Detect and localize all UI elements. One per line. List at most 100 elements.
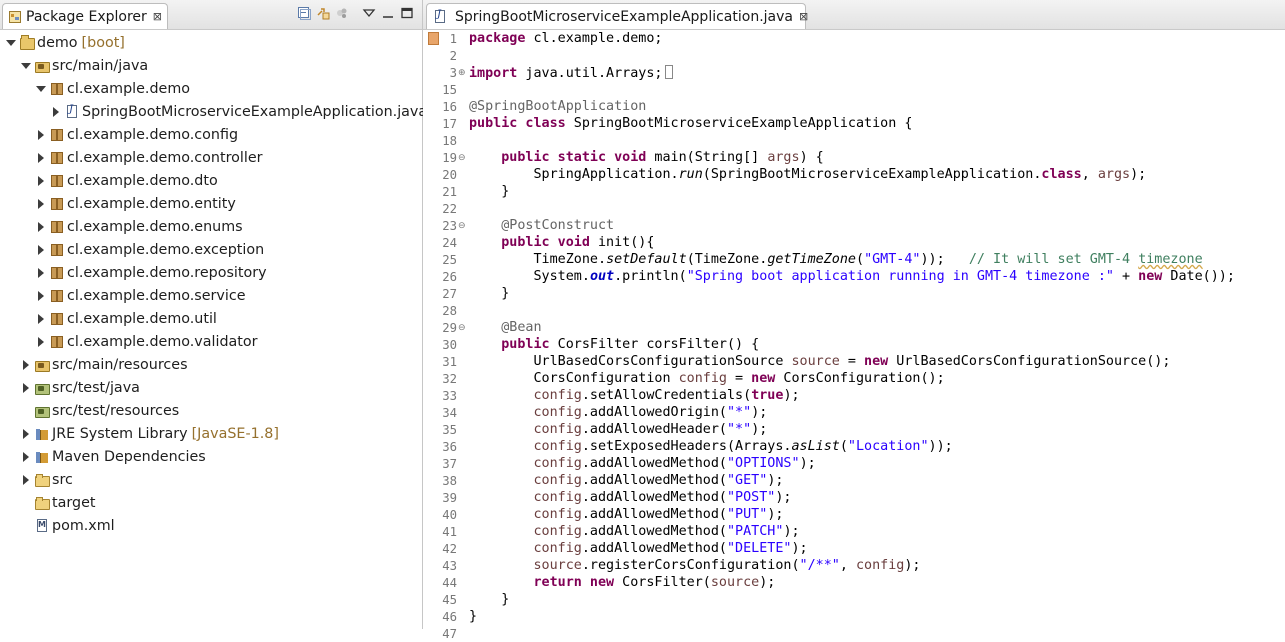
code-line[interactable]: 36 config.setExposedHeaders(Arrays.asLis…	[423, 438, 1285, 455]
collapsed-arrow-icon[interactable]	[35, 175, 47, 187]
code-line[interactable]: 2	[423, 47, 1285, 64]
collapsed-arrow-icon[interactable]	[35, 267, 47, 279]
code-text: }	[469, 286, 510, 301]
tree-item[interactable]: src/main/resources	[20, 353, 188, 376]
code-line[interactable]: 25 TimeZone.setDefault(TimeZone.getTimeZ…	[423, 251, 1285, 268]
tree-item[interactable]: src/test/java	[20, 376, 140, 399]
tree-item-decoration: [boot]	[81, 34, 125, 51]
code-line[interactable]: 22	[423, 200, 1285, 217]
code-text: config.addAllowedMethod("PATCH");	[533, 524, 800, 539]
collapsed-arrow-icon[interactable]	[35, 221, 47, 233]
code-text: config.setAllowCredentials(true);	[533, 388, 800, 403]
collapse-all-icon[interactable]	[297, 6, 311, 20]
line-number: 16	[442, 99, 457, 114]
tab-java-file[interactable]: SpringBootMicroserviceExampleApplication…	[426, 3, 808, 29]
code-line[interactable]: 1 package cl.example.demo;	[423, 30, 1285, 47]
expanded-arrow-icon[interactable]	[20, 60, 32, 72]
tree-item[interactable]: target	[20, 491, 95, 514]
code-line[interactable]: 29 ⊖ @Bean	[423, 319, 1285, 336]
tree-item[interactable]: cl.example.demo.validator	[35, 330, 258, 353]
collapse-fold-icon[interactable]: ⊖	[458, 221, 466, 231]
code-line[interactable]: 21 }	[423, 183, 1285, 200]
tree-item[interactable]: cl.example.demo.entity	[35, 192, 236, 215]
code-line[interactable]: 20 SpringApplication.run(SpringBootMicro…	[423, 166, 1285, 183]
tree-item[interactable]: src/main/java	[20, 54, 148, 77]
tree-item[interactable]: cl.example.demo.controller	[35, 146, 263, 169]
expand-fold-icon[interactable]: ⊕	[458, 68, 466, 78]
code-line[interactable]: 35 config.addAllowedHeader("*");	[423, 421, 1285, 438]
code-line[interactable]: 15	[423, 81, 1285, 98]
line-number: 20	[442, 167, 457, 182]
collapsed-arrow-icon[interactable]	[35, 336, 47, 348]
code-line[interactable]: 16 @SpringBootApplication	[423, 98, 1285, 115]
tree-item[interactable]: demo [boot]	[5, 31, 125, 54]
close-icon[interactable]: ⊠	[799, 10, 808, 23]
code-line[interactable]: 47	[423, 625, 1285, 642]
collapse-fold-icon[interactable]: ⊖	[458, 323, 466, 333]
tree-item[interactable]: cl.example.demo.repository	[35, 261, 267, 284]
collapsed-arrow-icon[interactable]	[35, 290, 47, 302]
code-line[interactable]: 30 public CorsFilter corsFilter() {	[423, 336, 1285, 353]
tree-item[interactable]: cl.example.demo.dto	[35, 169, 218, 192]
view-menu-icon[interactable]	[362, 6, 376, 20]
code-line[interactable]: 17 public class SpringBootMicroserviceExa…	[423, 115, 1285, 132]
maximize-icon[interactable]	[400, 6, 414, 20]
code-line[interactable]: 40 config.addAllowedMethod("PUT");	[423, 506, 1285, 523]
collapsed-arrow-icon[interactable]	[20, 359, 32, 371]
tree-item[interactable]: JRE System Library [JavaSE-1.8]	[20, 422, 279, 445]
code-line[interactable]: 33 config.setAllowCredentials(true);	[423, 387, 1285, 404]
code-line[interactable]: 37 config.addAllowedMethod("OPTIONS");	[423, 455, 1285, 472]
tree-item[interactable]: src	[20, 468, 73, 491]
collapsed-arrow-icon[interactable]	[35, 129, 47, 141]
code-line[interactable]: 45 }	[423, 591, 1285, 608]
close-icon[interactable]: ⊠	[153, 10, 162, 23]
collapsed-arrow-icon[interactable]	[20, 451, 32, 463]
tree-item[interactable]: cl.example.demo	[35, 77, 190, 100]
code-line[interactable]: 3 ⊕ import java.util.Arrays;	[423, 64, 1285, 81]
line-number: 39	[442, 490, 457, 505]
expanded-arrow-icon[interactable]	[35, 83, 47, 95]
code-line[interactable]: 32 CorsConfiguration config = new CorsCo…	[423, 370, 1285, 387]
tree-item[interactable]: cl.example.demo.service	[35, 284, 246, 307]
code-line[interactable]: 26 System.out.println("Spring boot appli…	[423, 268, 1285, 285]
code-line[interactable]: 42 config.addAllowedMethod("DELETE");	[423, 540, 1285, 557]
code-line[interactable]: 28	[423, 302, 1285, 319]
tree-item[interactable]: cl.example.demo.config	[35, 123, 238, 146]
code-line[interactable]: 31 UrlBasedCorsConfigurationSource sourc…	[423, 353, 1285, 370]
collapse-fold-icon[interactable]: ⊖	[458, 153, 466, 163]
collapsed-arrow-icon[interactable]	[35, 152, 47, 164]
tree-item[interactable]: Maven Dependencies	[20, 445, 206, 468]
code-line[interactable]: 46}	[423, 608, 1285, 625]
collapsed-arrow-icon[interactable]	[20, 382, 32, 394]
expanded-arrow-icon[interactable]	[5, 37, 17, 49]
code-line[interactable]: 34 config.addAllowedOrigin("*");	[423, 404, 1285, 421]
filter-icon[interactable]	[335, 6, 349, 20]
code-line[interactable]: 38 config.addAllowedMethod("GET");	[423, 472, 1285, 489]
collapsed-arrow-icon[interactable]	[35, 244, 47, 256]
code-line[interactable]: 27 }	[423, 285, 1285, 302]
code-line[interactable]: 41 config.addAllowedMethod("PATCH");	[423, 523, 1285, 540]
collapsed-arrow-icon[interactable]	[35, 198, 47, 210]
collapsed-arrow-icon[interactable]	[50, 106, 62, 118]
code-line[interactable]: 24 public void init(){	[423, 234, 1285, 251]
tree-item[interactable]: pom.xml	[20, 514, 115, 537]
minimize-icon[interactable]	[381, 6, 395, 20]
code-line[interactable]: 39 config.addAllowedMethod("POST");	[423, 489, 1285, 506]
code-line[interactable]: 43 source.registerCorsConfiguration("/**…	[423, 557, 1285, 574]
collapsed-arrow-icon[interactable]	[20, 428, 32, 440]
code-line[interactable]: 23 ⊖ @PostConstruct	[423, 217, 1285, 234]
tree-item[interactable]: cl.example.demo.util	[35, 307, 217, 330]
code-line[interactable]: 19 ⊖ public static void main(String[] arg…	[423, 149, 1285, 166]
tab-package-explorer[interactable]: Package Explorer ⊠	[2, 3, 168, 29]
collapsed-arrow-icon[interactable]	[20, 474, 32, 486]
link-with-editor-icon[interactable]	[316, 6, 330, 20]
tree-item[interactable]: cl.example.demo.enums	[35, 215, 243, 238]
tree-item[interactable]: SpringBootMicroserviceExampleApplication…	[50, 100, 427, 123]
code-line[interactable]: 18	[423, 132, 1285, 149]
collapsed-arrow-icon[interactable]	[35, 313, 47, 325]
tree-item[interactable]: src/test/resources	[20, 399, 179, 422]
tree-item[interactable]: cl.example.demo.exception	[35, 238, 264, 261]
code-line[interactable]: 44 return new CorsFilter(source);	[423, 574, 1285, 591]
package-icon	[50, 151, 64, 165]
